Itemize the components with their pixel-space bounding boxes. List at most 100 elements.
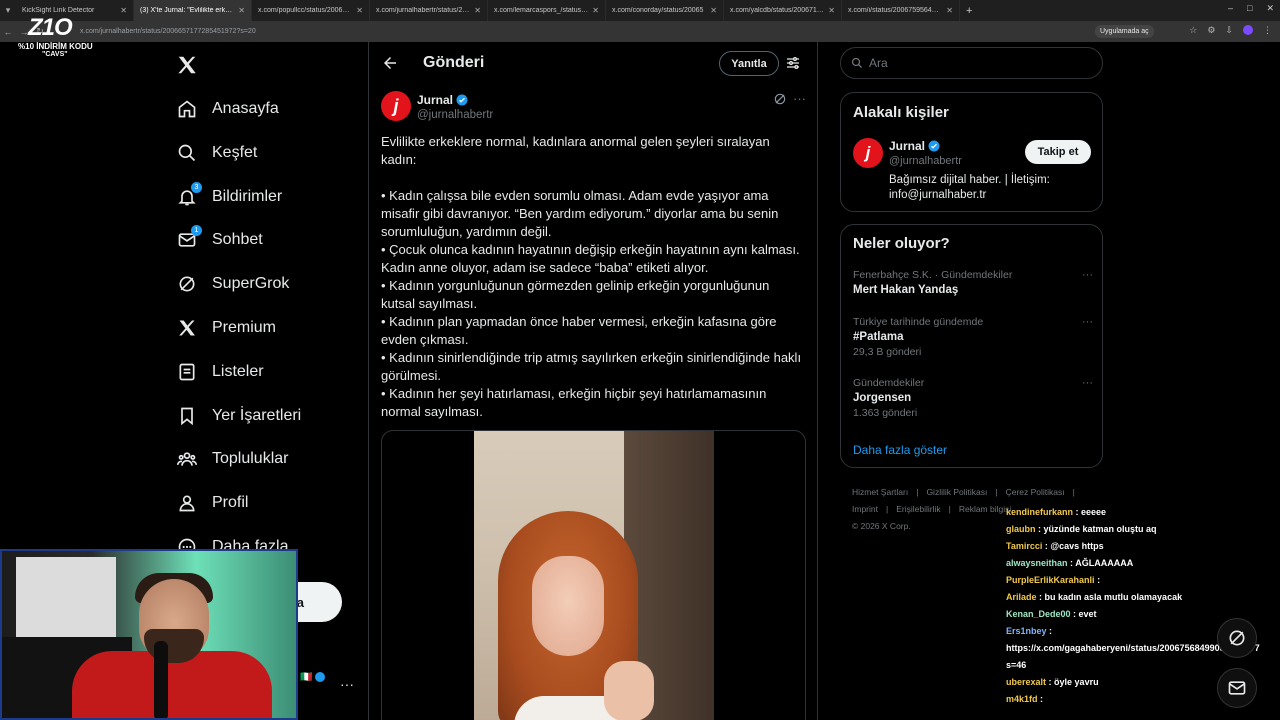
search-input[interactable]: Ara xyxy=(869,56,888,70)
nav-item-keşfet[interactable]: Keşfet xyxy=(176,137,257,169)
trend-more-icon[interactable]: ··· xyxy=(1082,316,1093,328)
close-tab-icon[interactable]: ✕ xyxy=(120,6,127,15)
related-name-row[interactable]: Jurnal xyxy=(889,139,940,153)
trend-context: Türkiye tarihinde gündemde xyxy=(853,316,984,328)
nav-item-profil[interactable]: Profil xyxy=(176,487,248,519)
author-name-row[interactable]: Jurnal xyxy=(417,93,468,107)
trend-count: 1.363 gönderi xyxy=(853,407,918,419)
browser-tab[interactable]: x.com/yalcdb/status/200671718 ✕ xyxy=(724,0,842,21)
window-controls: – □ ✕ xyxy=(1228,3,1274,14)
footer-link[interactable]: © 2026 X Corp. xyxy=(852,521,911,531)
trend-item[interactable]: Türkiye tarihinde gündemde #Patlama 29,3 B… xyxy=(853,316,1093,358)
messages-fab[interactable] xyxy=(1217,668,1257,708)
maximize-icon[interactable]: □ xyxy=(1247,3,1252,14)
close-tab-icon[interactable]: ✕ xyxy=(828,6,835,15)
author-handle[interactable]: @jurnalhabertr xyxy=(417,109,493,121)
chat-username: uberexalt xyxy=(1006,677,1047,687)
grok-fab[interactable] xyxy=(1217,618,1257,658)
grok-icon[interactable] xyxy=(773,92,787,106)
nav-item-anasayfa[interactable]: Anasayfa xyxy=(176,93,279,125)
trend-count: 29,3 B gönderi xyxy=(853,346,922,358)
back-browser-icon[interactable]: ← xyxy=(0,27,16,37)
footer-link[interactable]: Reklam bilgisi xyxy=(959,504,1011,514)
footer-link[interactable]: Imprint xyxy=(852,504,878,514)
post-video-thumbnail[interactable] xyxy=(474,431,714,720)
back-arrow-icon[interactable] xyxy=(381,54,399,72)
browser-menu-icon[interactable]: ⋮ xyxy=(1263,25,1272,36)
nav-item-label: Bildirimler xyxy=(212,187,283,205)
new-tab-button[interactable]: + xyxy=(960,5,978,17)
open-in-app-button[interactable]: Uygulamada aç xyxy=(1095,25,1154,38)
stream-logo-overlay: Z1O %10 İNDİRİM KODU "CAVS" xyxy=(18,14,100,58)
footer-separator: | xyxy=(916,487,919,497)
browser-tab-title: x.com/jurnalhabertr/status/2006 xyxy=(376,7,471,14)
post-bullet: • Kadının plan yapmadan önce haber verme… xyxy=(381,314,777,347)
star-icon[interactable]: ☆ xyxy=(1189,25,1197,36)
related-handle[interactable]: @jurnalhabertr xyxy=(889,155,962,167)
footer-link[interactable]: Erişilebilirlik xyxy=(896,504,940,514)
trend-item[interactable]: Gündemdekiler Jorgensen 1.363 gönderi ··· xyxy=(853,377,1093,419)
browser-tab[interactable]: x.com/popullcc/status/20067408 ✕ xyxy=(252,0,370,21)
trend-more-icon[interactable]: ··· xyxy=(1082,377,1093,389)
browser-tab-bar: ▾ KickSight Link Detector ✕ (3) X'te Jurna… xyxy=(0,0,1280,21)
reply-button[interactable]: Yanıtla xyxy=(719,51,779,76)
browser-tab[interactable]: x.com/jurnalhabertr/status/2006 ✕ xyxy=(370,0,488,21)
browser-tab[interactable]: x.com/lemarcaspors_/status/20 ✕ xyxy=(488,0,606,21)
nav-item-sohbet[interactable]: 1 Sohbet xyxy=(176,224,263,256)
footer-link[interactable]: Gizlilik Politikası xyxy=(926,487,987,497)
download-icon[interactable]: ⇩ xyxy=(1225,25,1233,36)
minimize-icon[interactable]: – xyxy=(1228,3,1233,14)
trend-item[interactable]: Fenerbahçe S.K. · Gündemdekiler Mert Haka… xyxy=(853,269,1093,296)
extensions-icon[interactable]: ⚙ xyxy=(1207,25,1215,36)
browser-tab[interactable]: (3) X'te Jurnal: "Evlilikte erkekle ✕ xyxy=(134,0,252,21)
nav-item-listeler[interactable]: Listeler xyxy=(176,356,264,388)
show-more-link[interactable]: Daha fazla göster xyxy=(853,443,947,457)
nav-item-label: Listeler xyxy=(212,362,264,380)
close-tab-icon[interactable]: ✕ xyxy=(238,6,245,15)
footer-link[interactable]: Çerez Politikası xyxy=(1006,487,1065,497)
close-tab-icon[interactable]: ✕ xyxy=(474,6,481,15)
browser-profile-avatar[interactable] xyxy=(1243,25,1253,35)
tab-search-icon[interactable]: ▾ xyxy=(0,5,16,16)
nav-item-bildirimler[interactable]: 3 Bildirimler xyxy=(176,181,282,213)
nav-item-supergrok[interactable]: SuperGrok xyxy=(176,268,289,300)
post-media[interactable] xyxy=(381,430,806,720)
address-bar-row: ← → ↻ x.com/jurnalhabertr/status/2006657… xyxy=(0,21,1280,42)
close-tab-icon[interactable]: ✕ xyxy=(946,6,953,15)
post-text: Evlilikte erkeklere normal, kadınlara an… xyxy=(381,133,806,421)
chat-text: : eeeee xyxy=(1075,507,1107,517)
browser-tab-title: x.com/popullcc/status/20067408 xyxy=(258,7,353,14)
close-window-icon[interactable]: ✕ xyxy=(1266,3,1274,14)
nav-item-yer-i̇şaretleri[interactable]: Yer İşaretleri xyxy=(176,400,301,432)
close-tab-icon[interactable]: ✕ xyxy=(592,6,599,15)
x-logo-icon[interactable] xyxy=(176,54,198,76)
account-more-icon[interactable]: ··· xyxy=(340,676,354,692)
chat-text: : @cavs https xyxy=(1044,541,1104,551)
related-avatar[interactable]: j xyxy=(853,138,883,168)
related-name: Jurnal xyxy=(889,139,926,153)
post-more-icon[interactable]: ··· xyxy=(793,91,806,106)
page-title: Gönderi xyxy=(423,54,485,71)
notification-badge: 1 xyxy=(191,225,202,237)
browser-tab-title: x.com/lemarcaspors_/status/20 xyxy=(494,7,589,14)
author-avatar[interactable]: j xyxy=(381,91,411,121)
close-tab-icon[interactable]: ✕ xyxy=(710,6,717,15)
post-bullet: • Kadın çalışsa bile evden sorumlu olmas… xyxy=(381,188,779,239)
follow-button[interactable]: Takip et xyxy=(1025,140,1091,164)
trend-more-icon[interactable]: ··· xyxy=(1082,269,1093,281)
footer-link[interactable]: Hizmet Şartları xyxy=(852,487,908,497)
chat-text: : xyxy=(1040,694,1044,704)
browser-tab[interactable]: x.com/i/status/20067595640042 ✕ xyxy=(842,0,960,21)
nav-item-label: Sohbet xyxy=(212,231,263,249)
nav-item-topluluklar[interactable]: Topluluklar xyxy=(176,443,288,475)
related-title: Alakalı kişiler xyxy=(853,104,949,121)
footer-separator: | xyxy=(948,504,951,514)
post-bullet: • Kadının sinirlendiğinde trip atmış say… xyxy=(381,350,802,383)
nav-item-label: Premium xyxy=(212,319,277,336)
browser-tab[interactable]: x.com/conorday/status/20065 ✕ xyxy=(606,0,724,21)
filter-settings-icon[interactable] xyxy=(785,55,801,71)
nav-item-premium[interactable]: Premium xyxy=(176,312,276,344)
close-tab-icon[interactable]: ✕ xyxy=(356,6,363,15)
url-field[interactable]: x.com/jurnalhabertr/status/2006657177285… xyxy=(80,25,1090,38)
search-box[interactable]: Ara xyxy=(840,47,1103,79)
